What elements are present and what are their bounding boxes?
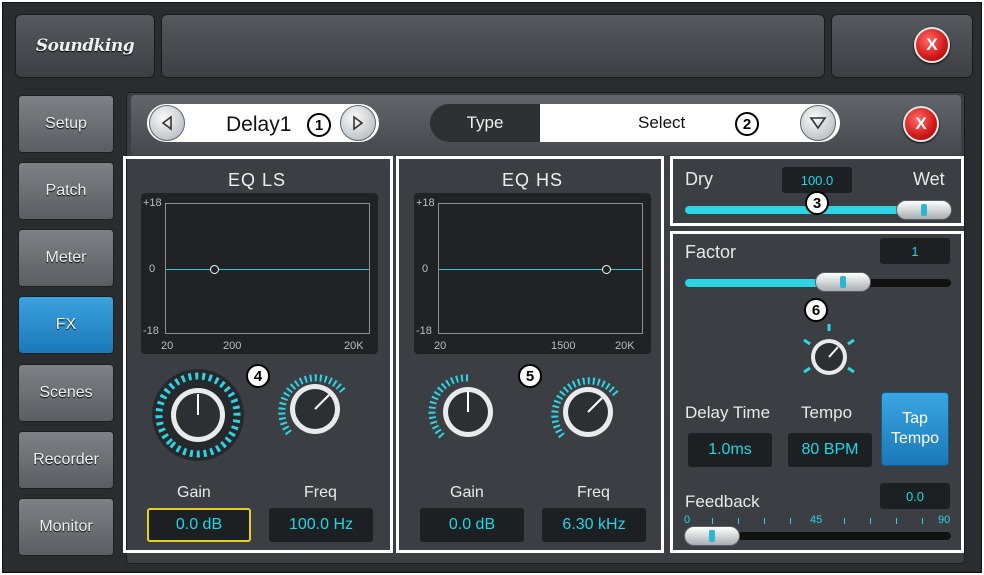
eq-hs-x0: 20 [434, 340, 447, 352]
eq-hs-freq-knob[interactable] [546, 370, 630, 454]
callout-6: 6 [804, 298, 828, 322]
callout-1: 1 [307, 113, 331, 137]
feedback-value[interactable]: 0.0 [880, 483, 950, 509]
eq-ls-gain-field[interactable]: 0.0 dB [147, 508, 251, 542]
type-dropdown-button[interactable] [800, 105, 836, 141]
brand-logo: Soundking [35, 36, 135, 56]
eq-hs-gain-label: Gain [450, 484, 484, 501]
eq-hs-curve [439, 269, 642, 270]
tap-tempo-label: Tap Tempo [891, 409, 939, 449]
eq-ls-ymin: -18 [143, 325, 159, 337]
eq-ls-curve [166, 269, 369, 270]
eq-hs-freq-label: Freq [577, 484, 610, 501]
sidebar-item-label: Patch [45, 182, 87, 199]
eq-hs-ymin: -18 [416, 325, 432, 337]
chevron-right-icon [353, 115, 364, 131]
scale-tick [712, 518, 713, 524]
tap-label-2: Tempo [890, 430, 940, 447]
tap-label-1: Tap [902, 410, 928, 427]
sidebar-item-scenes[interactable]: Scenes [18, 364, 114, 422]
scale-tick [870, 518, 871, 524]
eq-ls-ymax: +18 [143, 197, 162, 209]
sidebar-item-setup[interactable]: Setup [18, 95, 114, 153]
type-select[interactable]: Select [540, 104, 840, 142]
feedback-scale-mid: 45 [810, 514, 823, 526]
chevron-left-icon [161, 115, 172, 131]
wet-label: Wet [913, 169, 945, 189]
sidebar-item-meter[interactable]: Meter [18, 229, 114, 287]
sidebar-item-label: Scenes [39, 384, 93, 401]
preset-name: Delay1 [226, 113, 292, 136]
eq-ls-freq-field[interactable]: 100.0 Hz [269, 508, 373, 542]
eq-hs-title: EQ HS [502, 170, 564, 190]
sidebar-item-patch[interactable]: Patch [18, 162, 114, 220]
callout-2: 2 [735, 112, 759, 136]
chevron-down-icon [809, 117, 827, 130]
eq-hs-gain-knob[interactable] [426, 370, 510, 454]
eq-ls-freq-knob[interactable] [273, 367, 357, 451]
factor-slider-thumb[interactable] [815, 272, 871, 292]
logo-area: Soundking [15, 14, 155, 78]
title-bar [161, 14, 825, 78]
eq-ls-title: EQ LS [228, 170, 287, 190]
feedback-scale-min: 0 [684, 514, 691, 526]
eq-hs-x2: 20K [615, 340, 635, 352]
sidebar-item-recorder[interactable]: Recorder [18, 431, 114, 489]
delay-time-label: Delay Time [685, 403, 771, 422]
factor-value[interactable]: 1 [880, 238, 950, 264]
eq-hs-ymid: 0 [422, 263, 429, 275]
factor-knob[interactable] [796, 322, 862, 388]
tap-tempo-button[interactable]: Tap Tempo [881, 392, 949, 466]
scale-tick [844, 518, 845, 524]
feedback-scale-max: 90 [938, 514, 951, 526]
eq-ls-node[interactable] [210, 265, 219, 274]
eq-hs-freq-field[interactable]: 6.30 kHz [542, 508, 646, 542]
scale-tick [738, 518, 739, 524]
close-app-button[interactable]: X [914, 27, 950, 63]
eq-ls-gain-knob[interactable] [150, 367, 246, 463]
eq-ls-freq-label: Freq [304, 484, 337, 501]
callout-3: 3 [805, 191, 829, 215]
tempo-field[interactable]: 80 BPM [788, 433, 872, 467]
scale-tick [790, 518, 791, 524]
eq-ls-x1: 200 [223, 340, 242, 352]
scale-tick [896, 518, 897, 524]
scale-tick [764, 518, 765, 524]
sidebar-item-label: FX [55, 316, 77, 333]
eq-hs-node[interactable] [602, 265, 611, 274]
callout-5: 5 [518, 364, 542, 388]
close-icon: X [926, 35, 938, 54]
prev-preset-button[interactable] [149, 105, 185, 141]
dry-label: Dry [685, 169, 713, 189]
next-preset-button[interactable] [340, 105, 376, 141]
sidebar-item-label: Meter [45, 249, 87, 266]
eq-hs-gain-field[interactable]: 0.0 dB [420, 508, 524, 542]
sidebar-item-label: Recorder [33, 451, 99, 468]
eq-hs-x1: 1500 [551, 340, 576, 352]
tempo-label: Tempo [801, 403, 853, 422]
feedback-label: Feedback [685, 492, 760, 511]
type-label: Type [430, 104, 540, 142]
top-right-area: X [831, 14, 973, 78]
eq-ls-x0: 20 [161, 340, 174, 352]
feedback-slider-thumb[interactable] [684, 526, 740, 546]
eq-hs-ymax: +18 [416, 197, 435, 209]
eq-ls-gain-label: Gain [177, 484, 211, 501]
mix-value[interactable]: 100.0 [782, 167, 852, 193]
sidebar-item-monitor[interactable]: Monitor [18, 498, 114, 556]
sidebar-item-label: Setup [45, 115, 87, 132]
close-fx-button[interactable]: X [903, 106, 939, 142]
delay-time-field[interactable]: 1.0ms [688, 433, 772, 467]
eq-ls-ymid: 0 [149, 263, 156, 275]
scale-tick [922, 518, 923, 524]
mix-slider-thumb[interactable] [896, 200, 952, 220]
close-icon: X [915, 114, 927, 133]
sidebar-item-label: Monitor [39, 518, 93, 535]
callout-4: 4 [246, 364, 270, 388]
select-value: Select [638, 113, 686, 132]
sidebar-item-fx[interactable]: FX [18, 296, 114, 354]
eq-ls-x2: 20K [344, 340, 364, 352]
factor-label: Factor [685, 242, 737, 262]
